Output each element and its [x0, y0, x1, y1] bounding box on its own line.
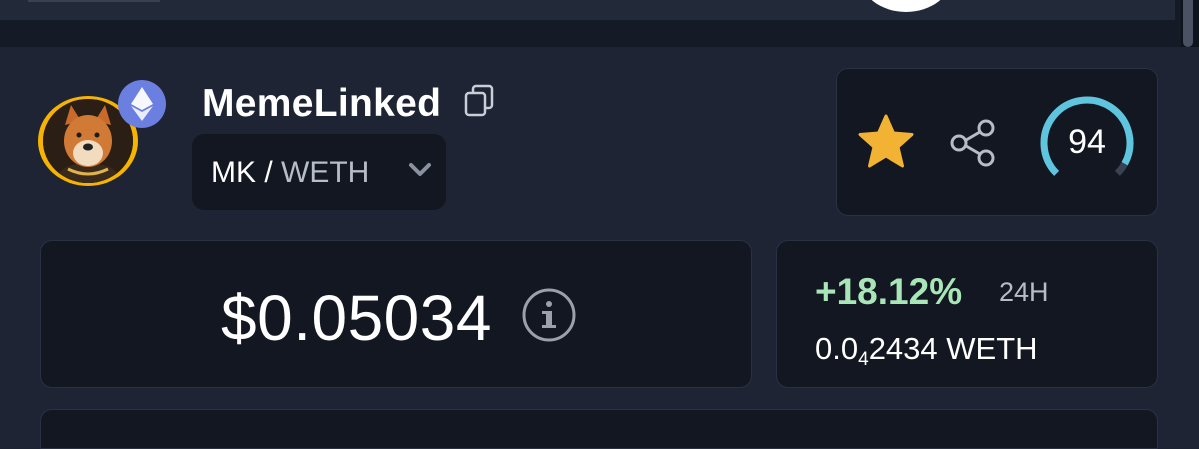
token-name: MemeLinked [202, 82, 442, 125]
usd-price: $0.05034 [221, 282, 492, 354]
price-card: $0.05034 [40, 240, 752, 388]
copy-icon[interactable] [463, 84, 495, 118]
ethereum-icon [118, 80, 166, 128]
price-change-percent: +18.12% [815, 271, 963, 312]
top-nav-strip [0, 0, 1175, 20]
pair-label: MK / WETH [211, 156, 369, 190]
pair-separator: / [256, 156, 282, 189]
top-bar [0, 0, 1199, 47]
price-change-card: +18.12% 24H 0.042434 WETH [776, 240, 1158, 388]
token-actions-card: 94 [836, 68, 1158, 216]
weth-price-unit: WETH [937, 331, 1038, 366]
scrollbar-thumb[interactable] [1183, 0, 1193, 47]
star-icon[interactable] [857, 113, 915, 171]
pair-base: MK [211, 156, 256, 189]
price-change-period: 24H [999, 277, 1049, 307]
chevron-down-icon [408, 160, 432, 180]
top-tab-indicator [28, 0, 160, 2]
weth-price-digits: 2434 [868, 331, 938, 366]
score-value: 94 [1068, 123, 1106, 161]
weth-price: 0.042434 WETH [815, 331, 1038, 371]
info-icon[interactable] [521, 287, 577, 343]
share-icon[interactable] [947, 117, 999, 169]
pair-selector[interactable]: MK / WETH [192, 134, 446, 210]
next-section-card [40, 409, 1158, 449]
weth-price-zero-count: 4 [858, 349, 869, 370]
weth-price-prefix: 0.0 [815, 331, 859, 366]
pair-quote: WETH [281, 156, 370, 189]
